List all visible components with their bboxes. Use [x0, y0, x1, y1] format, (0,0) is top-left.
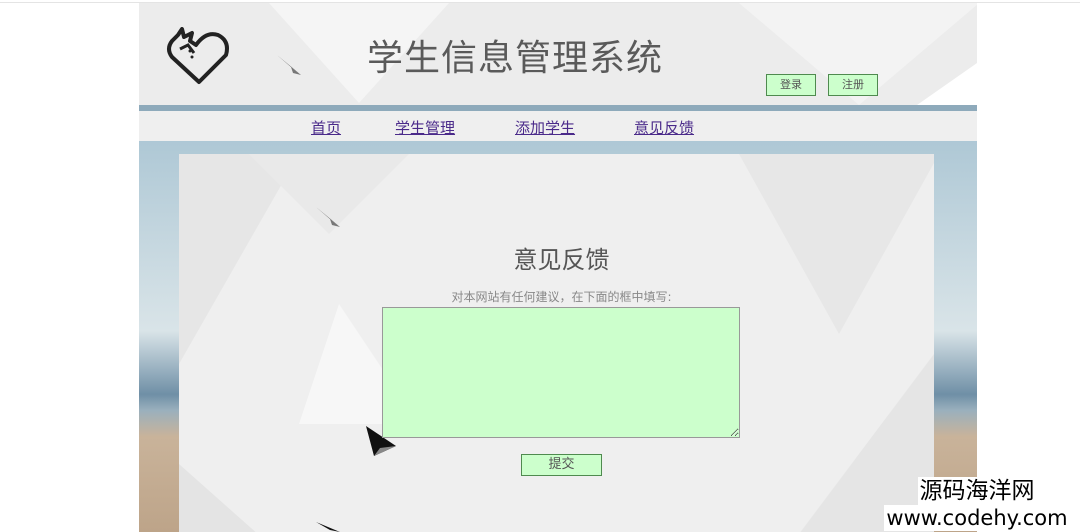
paper-bird-icon [316, 207, 340, 227]
site-header: 学生信息管理系统 登录 注册 [139, 3, 977, 105]
main-nav: 首页 学生管理 添加学生 意见反馈 [139, 111, 977, 141]
submit-button[interactable]: 提交 [521, 454, 602, 476]
watermark-title: 源码海洋网 [917, 477, 1037, 505]
nav-link-home[interactable]: 首页 [311, 117, 341, 138]
watermark: 源码海洋网 www.codehy.com [874, 477, 1080, 531]
page-frame: 学生信息管理系统 登录 注册 首页 学生管理 添加学生 意见反馈 意见反馈 对本… [139, 3, 977, 532]
login-button[interactable]: 登录 [766, 74, 816, 96]
cat-heart-logo-icon [167, 27, 229, 84]
watermark-url: www.codehy.com [884, 505, 1070, 531]
register-button[interactable]: 注册 [828, 74, 878, 96]
panel-decor [179, 464, 269, 532]
paper-bird-icon [277, 55, 301, 75]
feedback-textarea[interactable] [382, 307, 740, 438]
site-title: 学生信息管理系统 [367, 38, 664, 79]
nav-link-add-student[interactable]: 添加学生 [515, 117, 575, 138]
nav-link-student-management[interactable]: 学生管理 [395, 117, 455, 138]
feedback-panel: 意见反馈 对本网站有任何建议，在下面的框中填写: 提交 [179, 154, 934, 532]
page-heading: 意见反馈 [513, 246, 610, 274]
header-decor [917, 63, 977, 105]
nav-link-feedback[interactable]: 意见反馈 [634, 117, 694, 138]
paper-bird-icon [316, 522, 340, 532]
feedback-prompt: 对本网站有任何建议，在下面的框中填写: [451, 290, 672, 304]
